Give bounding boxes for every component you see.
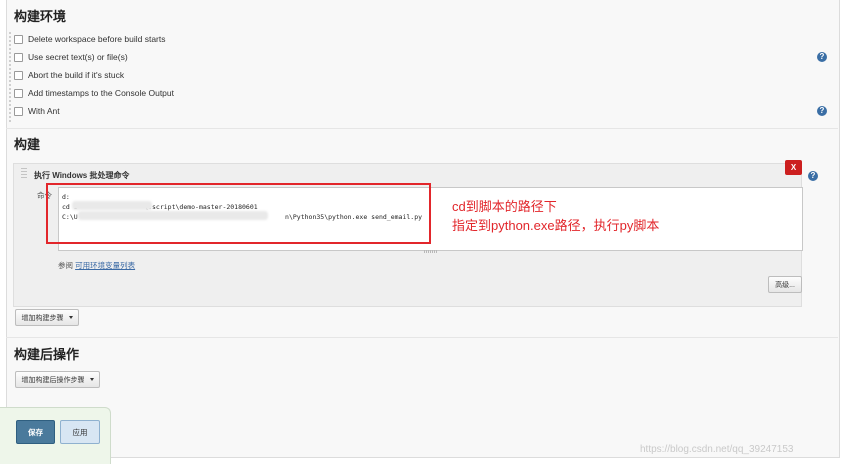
annotation-line-1: cd到脚本的路径下 [452, 199, 557, 214]
checkbox[interactable] [14, 106, 23, 116]
add-build-step-button[interactable]: 增加构建步骤 [15, 309, 79, 326]
option-label: Use secret text(s) or file(s) [28, 52, 128, 62]
option-abort-stuck[interactable]: Abort the build if it's stuck [14, 67, 124, 83]
advanced-button[interactable]: 高级... [768, 276, 802, 293]
option-with-ant[interactable]: With Ant [14, 103, 60, 119]
option-label: Abort the build if it's stuck [28, 70, 125, 80]
save-button[interactable]: 保存 [16, 420, 55, 444]
watermark: https://blog.csdn.net/qq_39247153 [640, 444, 794, 455]
chevron-down-icon [89, 378, 94, 381]
checkbox[interactable] [14, 34, 23, 44]
add-post-build-step-button[interactable]: 增加构建后操作步骤 [15, 371, 100, 388]
resize-grip-icon[interactable] [424, 250, 438, 253]
build-step-title: 执行 Windows 批处理命令 [34, 171, 130, 180]
help-icon[interactable]: ? [817, 106, 827, 116]
add-post-build-label: 增加构建后操作步骤 [21, 376, 85, 384]
option-label: Delete workspace before build starts [28, 34, 166, 44]
help-icon[interactable]: ? [817, 52, 827, 62]
option-label: With Ant [28, 106, 60, 116]
checkbox[interactable] [14, 52, 23, 62]
option-label: Add timestamps to the Console Output [28, 88, 174, 98]
checkbox[interactable] [14, 88, 23, 98]
reference-prefix: 参阅 [58, 261, 73, 270]
env-vars-reference: 参阅 可用环境变量列表 [58, 260, 135, 271]
option-add-timestamps[interactable]: Add timestamps to the Console Output [14, 85, 174, 101]
section-divider [6, 128, 838, 129]
help-icon[interactable]: ? [808, 171, 818, 181]
env-section-title: 构建环境 [14, 9, 67, 24]
checkbox[interactable] [14, 70, 23, 80]
delete-step-button[interactable]: X [785, 160, 802, 175]
post-build-section-title: 构建后操作 [14, 347, 80, 362]
annotation-line-2: 指定到python.exe路径，执行py脚本 [452, 218, 660, 233]
drag-handle-icon[interactable] [21, 168, 27, 179]
add-build-step-label: 增加构建步骤 [21, 314, 64, 322]
annotation-highlight-box [46, 183, 431, 244]
option-delete-workspace[interactable]: Delete workspace before build starts [14, 31, 166, 47]
chevron-down-icon [68, 316, 73, 319]
env-options-guide [9, 32, 13, 122]
env-vars-link[interactable]: 可用环境变量列表 [75, 261, 135, 270]
apply-button[interactable]: 应用 [60, 420, 100, 444]
section-divider [6, 337, 838, 338]
build-section-title: 构建 [14, 137, 41, 152]
option-secret-text[interactable]: Use secret text(s) or file(s) [14, 49, 128, 65]
